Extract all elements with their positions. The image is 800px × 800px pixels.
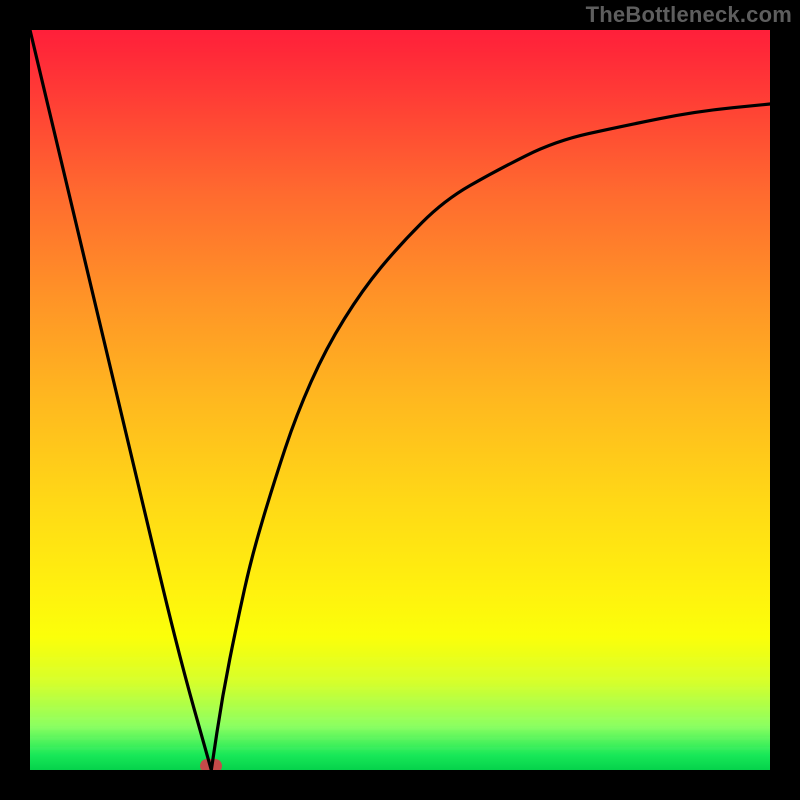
- watermark-label: TheBottleneck.com: [586, 2, 792, 28]
- plot-area: [30, 30, 770, 770]
- curve-path: [30, 30, 770, 770]
- bottleneck-curve: [30, 30, 770, 770]
- chart-frame: TheBottleneck.com: [0, 0, 800, 800]
